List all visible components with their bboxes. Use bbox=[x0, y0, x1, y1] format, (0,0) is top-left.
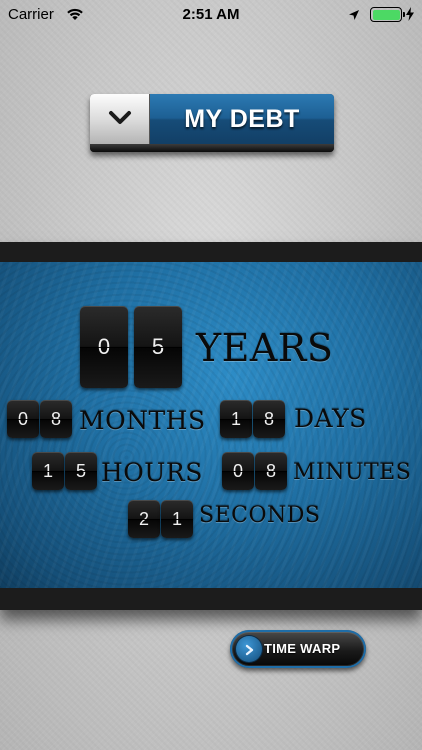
debt-selector-label: MY DEBT bbox=[184, 105, 300, 133]
minutes-digit-ones: 8 bbox=[255, 452, 287, 490]
seconds-label: SECONDS bbox=[199, 503, 321, 528]
countdown-panel: 0 5 YEARS 0 8 MONTHS 1 8 DAYS 1 5 HOURS … bbox=[0, 262, 422, 588]
debt-label-plate: MY DEBT bbox=[150, 94, 334, 144]
battery-tip bbox=[402, 12, 405, 17]
hours-label: HOURS bbox=[101, 458, 203, 487]
months-digit-tens: 0 bbox=[7, 400, 39, 438]
charging-bolt-icon bbox=[406, 7, 414, 24]
time-warp-icon-badge bbox=[236, 636, 262, 662]
years-digit-tens: 0 bbox=[80, 306, 128, 388]
time-warp-button[interactable]: TIME WARP bbox=[230, 630, 366, 668]
hours-digit-ones: 5 bbox=[65, 452, 97, 490]
hours-digit-tens: 1 bbox=[32, 452, 64, 490]
days-digit-ones: 8 bbox=[253, 400, 285, 438]
chevron-right-icon bbox=[244, 643, 256, 661]
status-bar: Carrier 2:51 AM bbox=[0, 0, 422, 30]
days-digit-tens: 1 bbox=[220, 400, 252, 438]
seconds-digit-ones: 1 bbox=[161, 500, 193, 538]
time-warp-label: TIME WARP bbox=[264, 641, 341, 656]
debt-selector-base bbox=[90, 144, 334, 152]
countdown-frame: 0 5 YEARS 0 8 MONTHS 1 8 DAYS 1 5 HOURS … bbox=[0, 242, 422, 610]
debt-dropdown-toggle[interactable] bbox=[90, 94, 150, 144]
seconds-digit-tens: 2 bbox=[128, 500, 160, 538]
months-label: MONTHS bbox=[79, 406, 206, 435]
battery-level bbox=[372, 9, 400, 20]
minutes-label: MINUTES bbox=[293, 460, 412, 485]
months-digit-ones: 8 bbox=[40, 400, 72, 438]
years-digit-ones: 5 bbox=[134, 306, 182, 388]
chevron-down-icon bbox=[108, 108, 132, 133]
battery-icon bbox=[370, 7, 405, 22]
minutes-digit-tens: 0 bbox=[222, 452, 254, 490]
days-label: DAYS bbox=[294, 404, 367, 433]
location-arrow-icon bbox=[348, 8, 360, 26]
debt-selector-button[interactable]: MY DEBT bbox=[90, 94, 334, 152]
years-label: YEARS bbox=[196, 326, 334, 370]
